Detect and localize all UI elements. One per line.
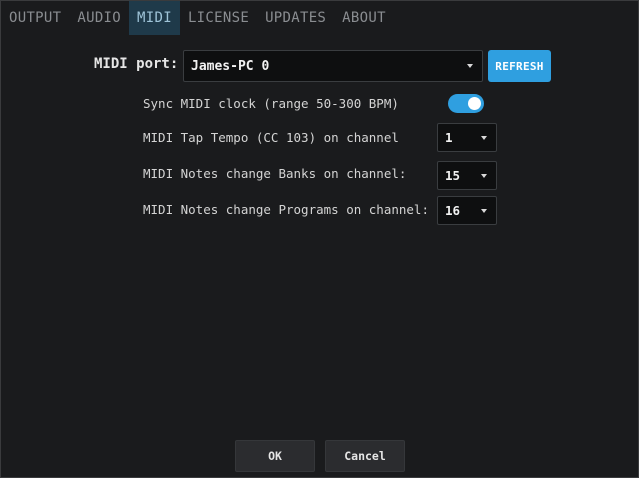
sync-midi-clock-label: Sync MIDI clock (range 50-300 BPM) — [143, 96, 399, 111]
tab-output[interactable]: OUTPUT — [1, 1, 69, 35]
chevron-down-icon — [467, 64, 473, 68]
tap-tempo-label: MIDI Tap Tempo (CC 103) on channel — [143, 130, 399, 145]
refresh-button[interactable]: REFRESH — [488, 50, 551, 82]
midi-port-label: MIDI port: — [94, 56, 179, 72]
chevron-down-icon — [481, 173, 487, 178]
sync-midi-clock-toggle[interactable] — [448, 94, 484, 113]
tap-tempo-channel-select[interactable]: 1 — [437, 123, 497, 152]
tab-bar: OUTPUT AUDIO MIDI LICENSE UPDATES ABOUT — [1, 1, 394, 35]
cancel-button[interactable]: Cancel — [325, 440, 405, 472]
toggle-knob — [468, 97, 481, 110]
programs-channel-label: MIDI Notes change Programs on channel: — [143, 202, 429, 217]
tap-tempo-channel-value: 1 — [445, 130, 453, 145]
midi-port-select[interactable]: James-PC 0 — [183, 50, 483, 82]
tab-about[interactable]: ABOUT — [334, 1, 394, 35]
programs-channel-select[interactable]: 16 — [437, 196, 497, 225]
ok-button[interactable]: OK — [235, 440, 315, 472]
tab-audio[interactable]: AUDIO — [69, 1, 129, 35]
chevron-down-icon — [481, 135, 487, 140]
tab-midi[interactable]: MIDI — [129, 1, 180, 35]
midi-port-value: James-PC 0 — [191, 58, 270, 74]
banks-channel-select[interactable]: 15 — [437, 161, 497, 190]
banks-channel-label: MIDI Notes change Banks on channel: — [143, 166, 407, 181]
chevron-down-icon — [481, 208, 487, 213]
programs-channel-value: 16 — [445, 203, 461, 218]
settings-window: OUTPUT AUDIO MIDI LICENSE UPDATES ABOUT … — [0, 0, 639, 478]
tab-updates[interactable]: UPDATES — [257, 1, 334, 35]
tab-license[interactable]: LICENSE — [180, 1, 257, 35]
banks-channel-value: 15 — [445, 168, 461, 183]
